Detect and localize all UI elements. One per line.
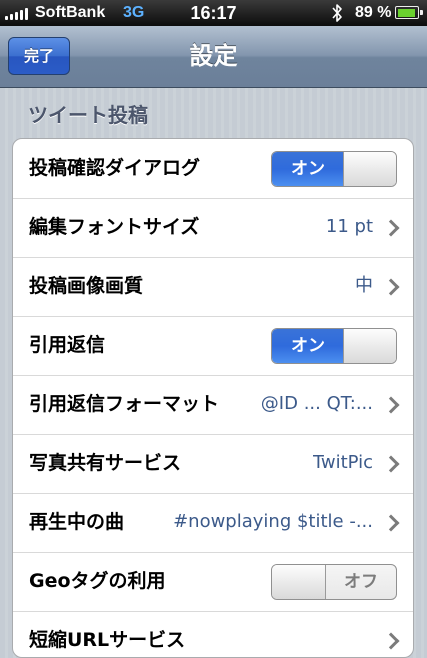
battery-fill <box>397 8 416 17</box>
chevron-right-icon <box>382 278 400 296</box>
row-label: 引用返信フォーマット <box>29 393 220 415</box>
row-value: @ID ... QT:... <box>260 393 373 414</box>
row-label: 編集フォントサイズ <box>29 216 200 238</box>
section-header: ツイート投稿 <box>28 103 148 127</box>
row-label: 引用返信 <box>29 334 106 356</box>
status-bar: SoftBank 3G 16:17 89 % <box>0 0 427 26</box>
chevron-right-icon <box>382 514 400 532</box>
toggle-off-label: オフ <box>344 572 378 592</box>
toggle-knob[interactable] <box>272 565 326 599</box>
settings-row[interactable]: 編集フォントサイズ 11 pt <box>13 198 413 258</box>
row-value: 中 <box>355 275 373 296</box>
toggle-on-label: オン <box>272 152 344 186</box>
toggle-switch[interactable]: オン <box>271 328 397 364</box>
settings-row[interactable]: Geoタグの利用 オフ <box>13 552 413 612</box>
battery-icon <box>395 6 423 19</box>
row-value: TwitPic <box>312 452 373 473</box>
settings-row[interactable]: 短縮URLサービス <box>13 611 413 657</box>
row-value: #nowplaying $title -... <box>173 511 373 532</box>
settings-row[interactable]: 再生中の曲 #nowplaying $title -... <box>13 493 413 553</box>
row-label: Geoタグの利用 <box>29 570 166 592</box>
bluetooth-icon <box>332 4 342 22</box>
row-label: 写真共有サービス <box>29 452 182 474</box>
navigation-bar: 設定 完了 <box>0 26 427 88</box>
settings-row[interactable]: 引用返信フォーマット @ID ... QT:... <box>13 375 413 435</box>
row-value: 11 pt <box>325 216 373 237</box>
row-label: 再生中の曲 <box>29 511 125 533</box>
settings-row[interactable]: 引用返信 オン <box>13 316 413 376</box>
toggle-switch[interactable]: オフ <box>271 564 397 600</box>
done-button[interactable]: 完了 <box>8 37 70 75</box>
toggle-knob[interactable] <box>343 329 396 363</box>
chevron-right-icon <box>382 396 400 414</box>
chevron-right-icon <box>382 455 400 473</box>
row-label: 短縮URLサービス <box>29 629 186 651</box>
settings-row[interactable]: 投稿確認ダイアログ オン <box>13 139 413 199</box>
toggle-switch[interactable]: オン <box>271 151 397 187</box>
settings-row[interactable]: 投稿画像画質 中 <box>13 257 413 317</box>
settings-row[interactable]: 写真共有サービス TwitPic <box>13 434 413 494</box>
toggle-knob[interactable] <box>343 152 396 186</box>
row-label: 投稿確認ダイアログ <box>29 157 201 179</box>
row-label: 投稿画像画質 <box>29 275 144 297</box>
settings-group: 投稿確認ダイアログ オン 編集フォントサイズ 11 pt 投稿画像画質中引用返信 オン 引用… <box>12 138 414 658</box>
chevron-right-icon <box>382 219 400 237</box>
toggle-on-label: オン <box>272 329 344 363</box>
battery-percent: 89 % <box>355 4 392 21</box>
chevron-right-icon <box>382 632 400 650</box>
